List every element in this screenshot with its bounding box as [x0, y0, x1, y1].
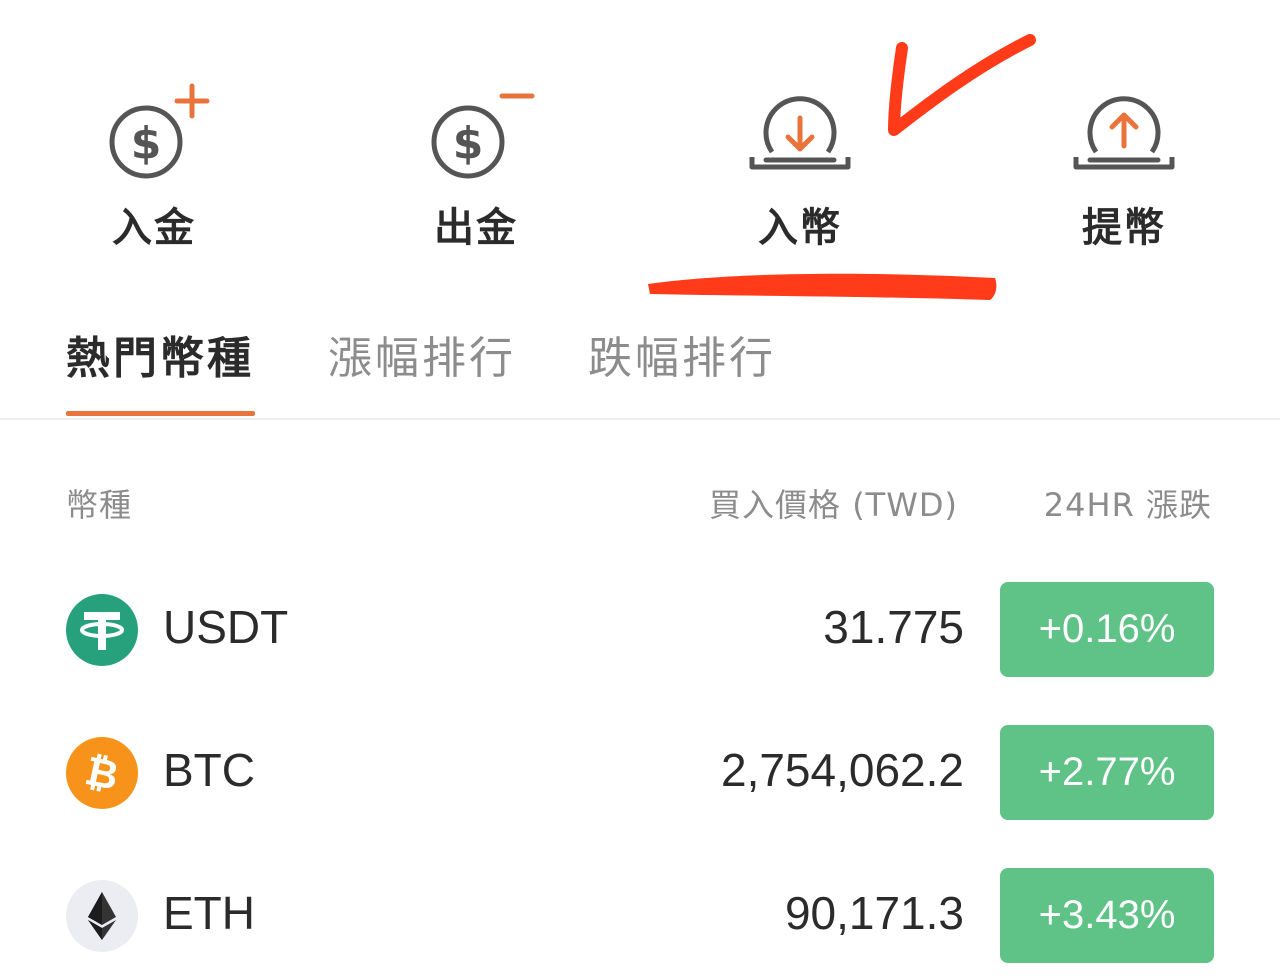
coin-deposit-icon [730, 80, 870, 190]
coin-symbol: USDT [163, 601, 289, 653]
withdraw-coin-label: 提幣 [1082, 205, 1166, 251]
dollar-plus-icon: $ [84, 80, 224, 190]
coin-symbol: ETH [163, 887, 255, 939]
column-header-change: 24HR 漲跌 [1043, 486, 1212, 524]
change-badge: +2.77% [1000, 725, 1214, 820]
coin-symbol: BTC [163, 744, 255, 796]
market-tabs: 熱門幣種 漲幅排行 跌幅排行 [0, 300, 1280, 420]
table-header: 幣種 買入價格 (TWD) 24HR 漲跌 [0, 470, 1280, 530]
deposit-coin-button[interactable]: 入幣 [690, 70, 910, 260]
coin-price: 31.775 [823, 601, 964, 653]
change-badge: +3.43% [1000, 868, 1214, 963]
ethereum-icon [66, 880, 138, 952]
active-tab-indicator [66, 411, 255, 416]
action-row: $ 入金 $ 出金 入幣 提幣 [0, 0, 1280, 280]
tab-hot-coins[interactable]: 熱門幣種 [66, 322, 254, 386]
table-row[interactable]: ETH 90,171.3 +3.43% [0, 856, 1280, 976]
coin-price: 2,754,062.2 [720, 744, 964, 796]
deposit-twd-label: 入金 [112, 205, 196, 251]
svg-text:$: $ [131, 118, 162, 169]
tab-top-losers[interactable]: 跌幅排行 [588, 322, 776, 386]
bitcoin-icon: ₿ [66, 737, 138, 809]
coin-withdraw-icon [1054, 80, 1194, 190]
svg-text:$: $ [453, 118, 484, 169]
withdraw-twd-button[interactable]: $ 出金 [366, 70, 586, 260]
deposit-coin-label: 入幣 [758, 205, 842, 251]
tether-icon [66, 594, 138, 666]
withdraw-coin-button[interactable]: 提幣 [1014, 70, 1234, 260]
coin-price: 90,171.3 [784, 887, 964, 939]
table-row[interactable]: ₿ BTC 2,754,062.2 +2.77% [0, 713, 1280, 833]
deposit-twd-button[interactable]: $ 入金 [44, 70, 264, 260]
withdraw-twd-label: 出金 [434, 205, 518, 251]
table-row[interactable]: USDT 31.775 +0.16% [0, 570, 1280, 690]
change-badge: +0.16% [1000, 582, 1214, 677]
column-header-price: 買入價格 (TWD) [709, 486, 958, 524]
column-header-coin: 幣種 [66, 486, 133, 524]
tab-top-gainers[interactable]: 漲幅排行 [328, 322, 516, 386]
dollar-minus-icon: $ [406, 80, 546, 190]
